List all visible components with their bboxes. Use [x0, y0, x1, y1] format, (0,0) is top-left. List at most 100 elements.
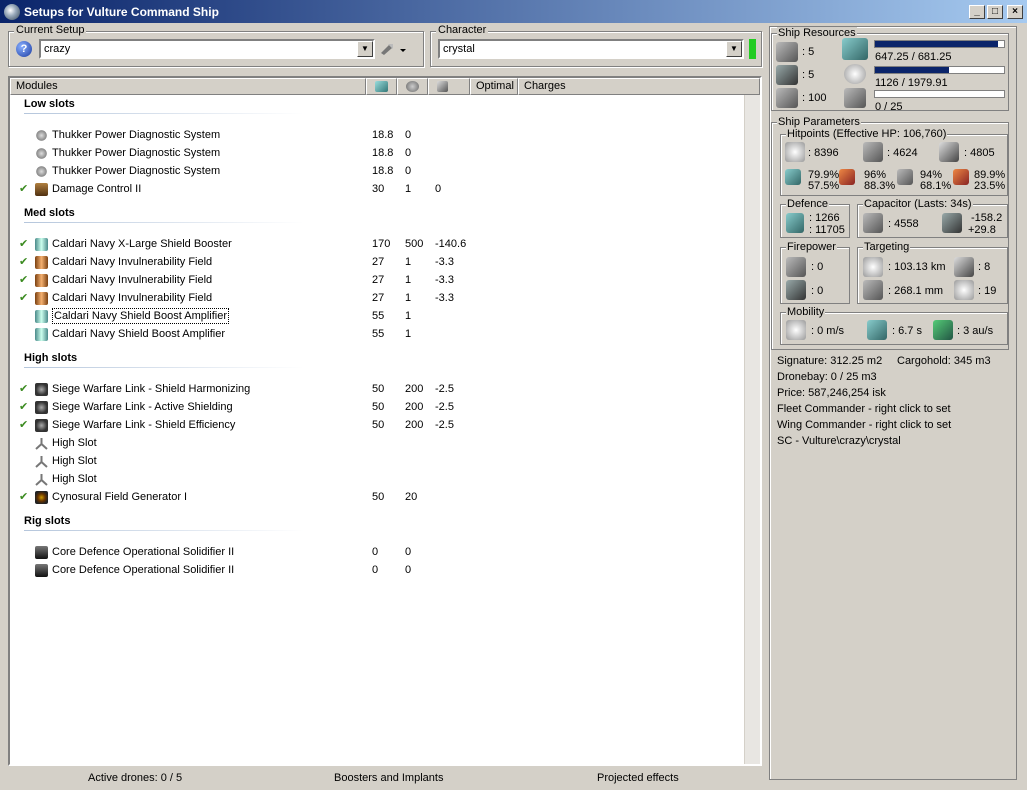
modules-list-header: Modules Optimal Charges — [10, 78, 760, 95]
shield-hp-value: : 8396 — [808, 147, 839, 159]
section-divider — [24, 367, 304, 368]
explosive-resist-icon — [953, 169, 969, 185]
column-cpu[interactable] — [366, 78, 397, 95]
module-name: High Slot — [52, 437, 97, 449]
module-row[interactable]: ✔ Caldari Navy Invulnerability Field 27 1 -3… — [10, 271, 746, 289]
active-drones-button[interactable]: Active drones: 0 / 5 — [88, 769, 182, 787]
check-icon[interactable]: ✔ — [19, 380, 28, 398]
shield-booster-icon — [35, 238, 48, 251]
column-modules[interactable]: Modules — [10, 78, 366, 95]
damage-control-icon — [35, 183, 48, 196]
help-icon[interactable]: ? — [16, 41, 32, 57]
module-row[interactable]: ✔ Damage Control II 30 1 0 — [10, 180, 746, 198]
setup-select[interactable]: crazy ▼ — [39, 39, 375, 59]
module-row[interactable]: Caldari Navy Shield Boost Amplifier 55 1 — [10, 307, 746, 325]
module-row[interactable]: High Slot — [10, 434, 746, 452]
module-cpu-value: 27 — [372, 256, 385, 268]
powergrid-icon — [844, 64, 866, 84]
module-row[interactable]: ✔ Caldari Navy Invulnerability Field 27 1 -3… — [10, 253, 746, 271]
check-icon[interactable]: ✔ — [19, 271, 28, 289]
hitpoints-group: Hitpoints (Effective HP: 106,760) : 8396… — [780, 128, 1008, 196]
module-row[interactable]: ✔ Siege Warfare Link - Shield Efficiency 5… — [10, 416, 746, 434]
scan-resolution-icon — [863, 280, 883, 300]
section-divider — [24, 530, 304, 531]
title-bar: Setups for Vulture Command Ship _ □ × — [0, 0, 1027, 23]
check-icon[interactable]: ✔ — [19, 488, 28, 506]
module-powergrid-value: 0 — [405, 564, 412, 576]
module-cpu-value: 50 — [372, 419, 385, 431]
module-row[interactable]: Thukker Power Diagnostic System 18.8 0 — [10, 144, 746, 162]
check-icon[interactable]: ✔ — [19, 253, 28, 271]
hull-hp-value: : 4805 — [964, 147, 995, 159]
module-powergrid-value: 0 — [405, 129, 412, 141]
sensor-strength-icon — [954, 280, 974, 300]
module-name: Caldari Navy X-Large Shield Booster — [52, 238, 232, 250]
targeting-range-icon — [863, 257, 883, 277]
capacitor-amount: : 4558 — [888, 218, 919, 230]
sensor-strength: : 19 — [978, 285, 997, 297]
module-capacitor-value: -2.5 — [435, 383, 454, 395]
warfare-link-icon — [35, 419, 48, 432]
cargohold-text: Cargohold: 345 m3 — [897, 355, 991, 367]
projected-effects-button[interactable]: Projected effects — [597, 769, 679, 787]
module-cpu-value: 18.8 — [372, 147, 394, 159]
check-icon[interactable]: ✔ — [19, 180, 28, 198]
module-powergrid-value: 20 — [405, 491, 418, 503]
column-powergrid[interactable] — [397, 78, 428, 95]
module-cpu-value: 170 — [372, 238, 391, 250]
check-icon[interactable]: ✔ — [19, 235, 28, 253]
check-icon[interactable]: ✔ — [19, 416, 28, 434]
ship-info-panel: Ship Resources : 5 : 5 : 100 647.25 / 68… — [769, 26, 1017, 780]
thermal-armor-resist: 88.3% — [864, 180, 896, 192]
maximize-button[interactable]: □ — [987, 4, 1003, 19]
module-name: Caldari Navy Invulnerability Field — [52, 274, 213, 286]
section-divider — [24, 113, 304, 114]
targeting-range: : 103.13 km — [888, 261, 946, 273]
column-capacitor[interactable] — [428, 78, 470, 95]
firepower-legend: Firepower — [786, 241, 837, 253]
character-status-indicator — [749, 39, 756, 59]
setup-tools-icon[interactable] — [379, 42, 407, 56]
module-row[interactable]: ✔ Siege Warfare Link - Active Shielding 50… — [10, 398, 746, 416]
slot-section-title: Med slots — [24, 207, 75, 219]
module-row[interactable]: High Slot — [10, 452, 746, 470]
module-row[interactable]: Core Defence Operational Solidifier II 0 0 — [10, 561, 746, 579]
max-targets-icon — [954, 257, 974, 277]
module-powergrid-value: 0 — [405, 546, 412, 558]
module-cpu-value: 50 — [372, 383, 385, 395]
capacitor-recharge: +29.8 — [968, 224, 996, 236]
slot-section-title: Rig slots — [24, 515, 71, 527]
warfare-link-icon — [35, 401, 48, 414]
column-optimal[interactable]: Optimal — [470, 78, 518, 95]
module-name: Thukker Power Diagnostic System — [52, 147, 221, 159]
close-button[interactable]: × — [1007, 4, 1023, 19]
chevron-down-icon[interactable]: ▼ — [726, 41, 742, 57]
current-setup-group: Current Setup ? crazy ▼ — [8, 24, 424, 67]
wing-commander-text[interactable]: Wing Commander - right click to set — [777, 419, 951, 432]
modules-scrollbar[interactable] — [744, 95, 760, 764]
module-row[interactable]: ✔ Siege Warfare Link - Shield Harmonizing… — [10, 380, 746, 398]
modules-list[interactable]: Modules Optimal Charges Low slots Thukker… — [8, 76, 762, 766]
boosters-implants-button[interactable]: Boosters and Implants — [334, 769, 443, 787]
chevron-down-icon[interactable]: ▼ — [357, 41, 373, 57]
module-row[interactable]: High Slot — [10, 470, 746, 488]
module-row[interactable]: Thukker Power Diagnostic System 18.8 0 — [10, 126, 746, 144]
module-cpu-value: 27 — [372, 292, 385, 304]
check-icon[interactable]: ✔ — [19, 398, 28, 416]
character-select[interactable]: crystal ▼ — [438, 39, 744, 59]
module-row[interactable]: ✔ Caldari Navy Invulnerability Field 27 1 -3… — [10, 289, 746, 307]
ship-parameters-group: Ship Parameters Hitpoints (Effective HP:… — [771, 116, 1009, 350]
module-row[interactable]: Caldari Navy Shield Boost Amplifier 55 1 — [10, 325, 746, 343]
column-charges[interactable]: Charges — [518, 78, 760, 95]
module-row[interactable]: Thukker Power Diagnostic System 18.8 0 — [10, 162, 746, 180]
shield-boost-amplifier-icon — [35, 310, 48, 323]
module-row[interactable]: ✔ Cynosural Field Generator I 50 20 — [10, 488, 746, 506]
minimize-button[interactable]: _ — [969, 4, 985, 19]
thermal-resist-icon — [839, 169, 855, 185]
module-row[interactable]: ✔ Caldari Navy X-Large Shield Booster 170 5… — [10, 235, 746, 253]
check-icon[interactable]: ✔ — [19, 289, 28, 307]
ship-resources-group: Ship Resources : 5 : 5 : 100 647.25 / 68… — [771, 27, 1009, 113]
fleet-commander-text[interactable]: Fleet Commander - right click to set — [777, 403, 951, 416]
armor-hp-icon — [863, 142, 883, 162]
module-row[interactable]: Core Defence Operational Solidifier II 0 0 — [10, 543, 746, 561]
